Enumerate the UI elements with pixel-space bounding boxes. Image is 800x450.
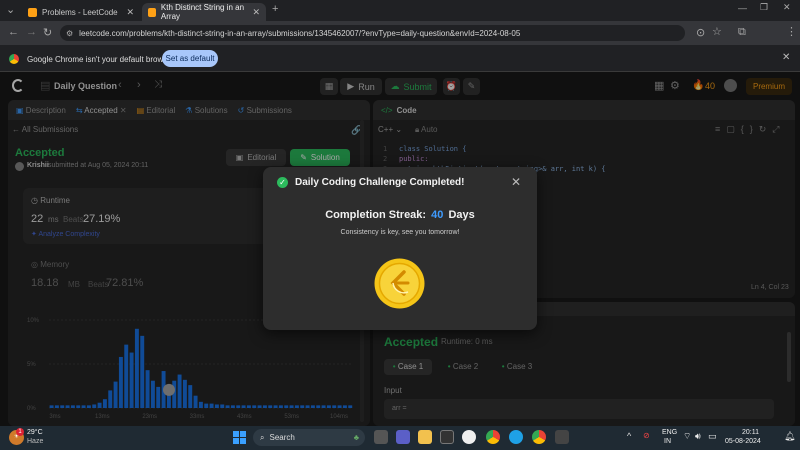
set-default-button[interactable]: Set as default xyxy=(162,50,218,67)
task-view-icon[interactable] xyxy=(374,430,388,444)
url-bar[interactable]: ⚙ leetcode.com/problems/kth-distinct-str… xyxy=(60,25,685,41)
modal-title: Daily Coding Challenge Completed! xyxy=(295,177,465,188)
forward-icon[interactable]: → xyxy=(26,26,37,38)
back-icon[interactable]: ← xyxy=(8,26,19,38)
tab-problems[interactable]: Problems - LeetCode ✕ xyxy=(22,3,140,21)
url-text: leetcode.com/problems/kth-distinct-strin… xyxy=(79,28,521,38)
taskbar-search-box[interactable]: ⌕ Search ♣ xyxy=(253,429,365,446)
volume-icon[interactable]: 🔊︎ xyxy=(695,431,701,442)
chrome-taskbar-icon[interactable] xyxy=(486,430,500,444)
tab-title: Kth Distinct String in an Array xyxy=(160,3,245,21)
search-highlight-icon: ♣ xyxy=(353,433,359,442)
reload-icon[interactable]: ↻ xyxy=(43,26,52,39)
site-info-icon[interactable]: ⚙ xyxy=(66,29,73,38)
wifi-icon[interactable]: ⌔ xyxy=(683,431,691,442)
clock-date: 05-08-2024 xyxy=(725,438,761,445)
antivirus-icon[interactable]: ⊘ xyxy=(643,431,650,440)
weather-alert-badge: 1 xyxy=(16,428,24,436)
store-icon[interactable] xyxy=(440,430,454,444)
start-tile xyxy=(233,438,239,444)
tab-search-icon[interactable]: ⌄ xyxy=(6,3,15,16)
streak-suffix: Days xyxy=(448,209,475,221)
start-tile xyxy=(240,438,246,444)
battery-icon[interactable]: ▭ xyxy=(708,431,717,442)
start-tile xyxy=(233,431,239,437)
edge-icon[interactable] xyxy=(509,430,523,444)
weather-condition: Haze xyxy=(27,438,44,445)
clock-time[interactable]: 20:11 xyxy=(742,429,759,436)
snipping-tool-icon[interactable] xyxy=(555,430,569,444)
check-circle-icon: ✓ xyxy=(277,177,288,188)
default-browser-infobar: Google Chrome isn't your default browser… xyxy=(0,45,800,72)
chrome-logo-icon xyxy=(9,54,19,64)
dell-icon[interactable] xyxy=(462,430,476,444)
completion-streak: Completion Streak: 40 Days xyxy=(263,209,537,221)
daily-challenge-modal: ✓ Daily Coding Challenge Completed! ✕ Co… xyxy=(263,167,537,330)
close-infobar-icon[interactable]: ✕ xyxy=(782,52,790,63)
restore-icon[interactable]: ❐ xyxy=(760,2,768,13)
search-icon: ⌕ xyxy=(260,432,265,442)
tab-kth-distinct[interactable]: Kth Distinct String in an Array ✕ xyxy=(142,3,266,21)
leetcode-favicon-icon xyxy=(28,7,37,17)
input-language[interactable]: ENG xyxy=(662,429,677,436)
streak-value: 40 xyxy=(431,209,444,221)
extensions-icon[interactable]: ⧉ xyxy=(738,26,746,39)
modal-message: Consistency is key, see you tomorrow! xyxy=(340,229,460,236)
windows-start-icon[interactable] xyxy=(233,431,246,444)
close-tab-icon[interactable]: ✕ xyxy=(252,7,260,18)
close-tab-icon[interactable]: ✕ xyxy=(126,7,134,18)
bookmark-star-icon[interactable]: ☆ xyxy=(712,25,722,38)
leetcode-coin-icon xyxy=(374,258,425,309)
notifications-bell-icon[interactable]: 🔔︎ xyxy=(784,431,795,442)
google-lens-icon[interactable]: ⊙ xyxy=(696,26,705,39)
show-hidden-icons-icon[interactable]: ^ xyxy=(627,431,631,441)
new-tab-icon[interactable]: + xyxy=(272,3,278,15)
minimize-icon[interactable]: — xyxy=(738,3,747,13)
streak-prefix: Completion Streak: xyxy=(325,209,427,221)
start-tile xyxy=(240,431,246,437)
input-region: IN xyxy=(664,438,671,445)
close-modal-icon[interactable]: ✕ xyxy=(511,175,521,189)
chrome-profile-icon[interactable] xyxy=(532,430,546,444)
search-placeholder: Search xyxy=(269,433,295,442)
leetcode-favicon-icon xyxy=(148,7,156,17)
temperature[interactable]: 29°C xyxy=(27,429,43,436)
file-explorer-icon[interactable] xyxy=(418,430,432,444)
menu-dots-icon[interactable]: ⋮ xyxy=(786,25,797,38)
tab-title: Problems - LeetCode xyxy=(42,7,118,17)
infobar-message: Google Chrome isn't your default browser xyxy=(27,55,175,64)
close-window-icon[interactable]: ✕ xyxy=(783,2,791,13)
browser-tab-strip: ⌄ Problems - LeetCode ✕ Kth Distinct Str… xyxy=(0,0,800,21)
teams-icon[interactable] xyxy=(396,430,410,444)
